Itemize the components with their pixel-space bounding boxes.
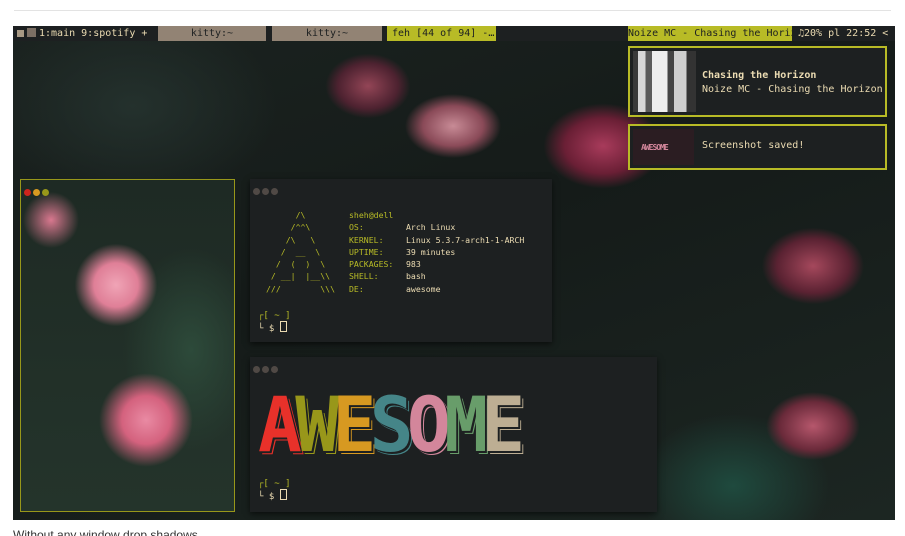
close-icon[interactable] bbox=[24, 189, 31, 196]
notification-body: Noize MC - Chasing the Horizon bbox=[702, 84, 883, 95]
maximize-icon[interactable] bbox=[42, 189, 49, 196]
banner-letter: A bbox=[258, 380, 302, 469]
page-divider bbox=[14, 10, 891, 11]
info-value: Arch Linux bbox=[406, 222, 456, 233]
system-info: sheh@dell OS: Arch Linux KERNEL: Linux 5.3… bbox=[349, 209, 524, 295]
banner-letter: W bbox=[295, 380, 339, 469]
layout-icon[interactable] bbox=[17, 30, 24, 37]
info-value: 39 minutes bbox=[406, 246, 456, 257]
close-icon[interactable] bbox=[253, 188, 260, 195]
info-key: OS: bbox=[349, 222, 364, 233]
tag-spotify[interactable]: 9:spotify + bbox=[81, 28, 147, 39]
figure-caption: Without any window drop shadows bbox=[13, 528, 198, 536]
text-cursor bbox=[279, 489, 287, 500]
info-key: SHELL: bbox=[349, 271, 379, 282]
album-art bbox=[633, 51, 696, 112]
terminal-icon bbox=[27, 28, 36, 37]
screenshot-thumbnail: AWESOME bbox=[633, 129, 694, 165]
info-key: UPTIME: bbox=[349, 246, 384, 257]
awesome-banner: AWESOME bbox=[258, 387, 525, 463]
task-kitty-1[interactable]: kitty:~ bbox=[158, 26, 266, 41]
info-value: 983 bbox=[406, 259, 421, 270]
prompt-dir: ┌[ ~ ] bbox=[258, 479, 291, 489]
task-feh[interactable]: feh [44 of 94] -… bbox=[387, 26, 496, 41]
task-kitty-2[interactable]: kitty:~ bbox=[272, 26, 382, 41]
banner-letter: E bbox=[332, 380, 376, 469]
minimize-icon[interactable] bbox=[33, 189, 40, 196]
window-controls bbox=[253, 180, 280, 199]
terminal-banner[interactable]: AWESOME ┌[ ~ ] └ $ bbox=[250, 357, 657, 512]
info-key: DE: bbox=[349, 283, 364, 294]
now-playing-widget[interactable]: Noize MC - Chasing the Horizon bbox=[628, 26, 809, 41]
tag-main[interactable]: 1:main bbox=[39, 28, 75, 39]
desktop-screenshot: 1:main 9:spotify + kitty:~ kitty:~ feh [… bbox=[13, 26, 895, 520]
image-viewer-window[interactable] bbox=[20, 179, 235, 512]
maximize-icon[interactable] bbox=[271, 188, 278, 195]
info-key: PACKAGES: bbox=[349, 259, 394, 270]
arch-logo-ascii: /\ /^^\ /\ \ / __ \ / ( ) \ / __| |__\\ … bbox=[266, 210, 336, 294]
notification-screenshot[interactable]: AWESOME Screenshot saved! bbox=[628, 124, 887, 170]
banner-letter: M bbox=[444, 380, 488, 469]
minimize-icon[interactable] bbox=[262, 188, 269, 195]
terminal-neofetch[interactable]: /\ /^^\ /\ \ / __ \ / ( ) \ / __| |__\\ … bbox=[250, 179, 552, 342]
banner-letter: E bbox=[481, 380, 525, 469]
info-value: Linux 5.3.7-arch1-1-ARCH bbox=[406, 234, 525, 245]
user-host: sheh@dell bbox=[349, 210, 394, 220]
text-cursor bbox=[279, 321, 287, 332]
maximize-icon[interactable] bbox=[271, 366, 278, 373]
thumbnail-text: AWESOME bbox=[641, 143, 669, 152]
info-value: bash bbox=[406, 271, 426, 282]
info-key: KERNEL: bbox=[349, 234, 384, 245]
shell-prompt[interactable]: ┌[ ~ ] └ $ bbox=[258, 479, 291, 502]
prompt-dir: ┌[ ~ ] bbox=[258, 311, 291, 321]
close-icon[interactable] bbox=[253, 366, 260, 373]
top-bar: 1:main 9:spotify + kitty:~ kitty:~ feh [… bbox=[13, 26, 895, 41]
window-controls bbox=[24, 181, 51, 200]
banner-letter: O bbox=[406, 380, 451, 469]
notification-body: Screenshot saved! bbox=[702, 140, 805, 151]
banner-letter: S bbox=[369, 380, 414, 469]
status-area[interactable]: ♫20% pl 22:52 < bbox=[798, 26, 888, 41]
tag-list[interactable]: 1:main 9:spotify + bbox=[27, 26, 147, 41]
shell-prompt[interactable]: ┌[ ~ ] └ $ bbox=[258, 311, 291, 334]
notification-title: Chasing the Horizon bbox=[702, 70, 817, 81]
window-controls bbox=[253, 358, 280, 377]
prompt-symbol: └ $ bbox=[258, 492, 275, 502]
minimize-icon[interactable] bbox=[262, 366, 269, 373]
prompt-symbol: └ $ bbox=[258, 324, 275, 334]
notification-now-playing[interactable]: Chasing the Horizon Noize MC - Chasing t… bbox=[628, 46, 887, 117]
info-value: awesome bbox=[406, 283, 441, 294]
